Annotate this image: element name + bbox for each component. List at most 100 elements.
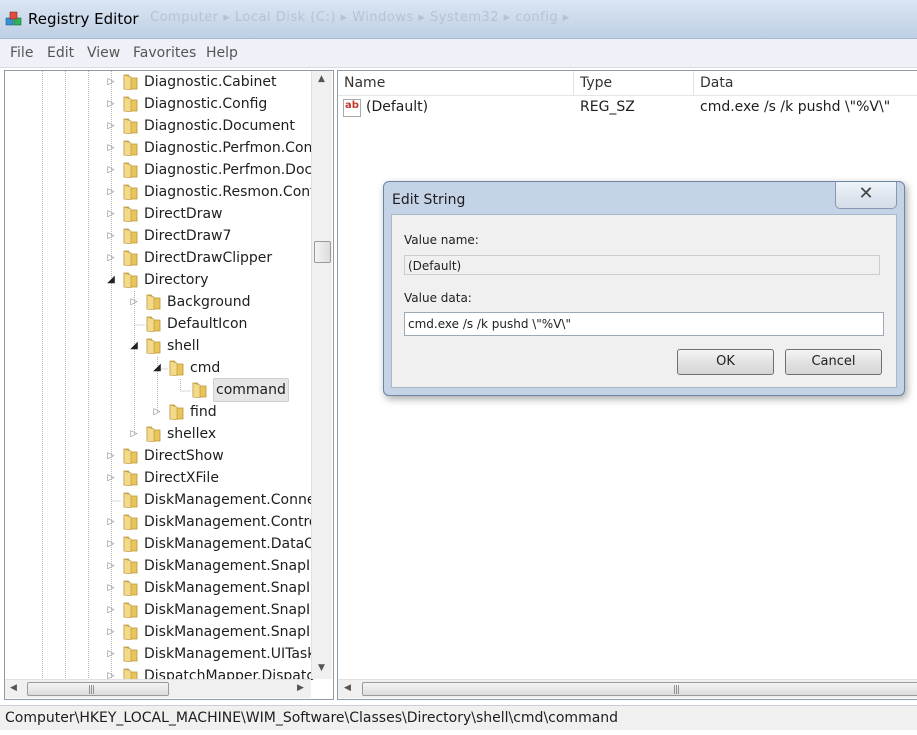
grip-icon: ||| [673,685,680,695]
tree-item-diskmanagement-snapin[interactable]: ▷ DiskManagement.SnapIn [5,577,319,599]
tree-item-label: find [190,404,217,420]
tree-horizontal-scrollbar[interactable]: ◀ ||| ▶ [5,679,311,698]
expand-triangle-icon[interactable]: ▷ [106,533,116,555]
tree-item-directshow[interactable]: ▷ DirectShow [5,445,311,467]
expand-triangle-icon[interactable]: ▷ [106,225,116,247]
expand-triangle-icon[interactable]: ▷ [106,599,116,621]
tree-item-diagnostic-perfmon-conf[interactable]: ▷ Diagnostic.Perfmon.Conf [5,137,317,159]
scroll-left-arrow-icon[interactable]: ◀ [10,683,17,693]
tree-item-diskmanagement-snapin[interactable]: ▷ DiskManagement.SnapIn [5,621,319,643]
tree-item-label: cmd [190,360,221,376]
tree-item-diagnostic-resmon-conf[interactable]: ▷ Diagnostic.Resmon.Conf [5,181,315,203]
tree-item-diskmanagement-snapin[interactable]: ▷ DiskManagement.SnapIn [5,599,319,621]
folder-icon [123,536,138,552]
menu-view[interactable]: View [87,45,120,61]
tree-item-diagnostic-config[interactable]: ▷ Diagnostic.Config [5,93,311,115]
folder-icon [146,338,161,354]
expand-triangle-icon[interactable]: ▷ [106,621,116,643]
tree-vertical-scrollbar[interactable]: ▲ ▼ [311,71,332,679]
expand-triangle-icon[interactable]: ▷ [129,423,139,445]
tree-hscroll-thumb[interactable]: ||| [27,682,169,696]
close-button[interactable]: ✕ [835,182,897,209]
tree-item-label: DiskManagement.DataO [144,536,316,552]
expand-triangle-icon[interactable]: ▷ [152,401,162,423]
tree-item-shellex[interactable]: ▷ shellex [5,423,311,445]
value-type-cell[interactable]: REG_SZ [580,99,635,115]
menu-favorites[interactable]: Favorites [133,45,196,61]
tree-item-directdraw7[interactable]: ▷ DirectDraw7 [5,225,311,247]
tree-item-command[interactable]: command [5,378,311,402]
list-hscroll-thumb[interactable]: ||| [362,682,917,696]
tree-item-directdraw[interactable]: ▷ DirectDraw [5,203,311,225]
expand-triangle-icon[interactable]: ▷ [106,577,116,599]
tree-item-diskmanagement-uitask[interactable]: ▷ DiskManagement.UITask [5,643,315,665]
menu-file[interactable]: File [10,45,33,61]
status-bar: Computer\HKEY_LOCAL_MACHINE\WIM_Software… [0,705,917,730]
expand-triangle-icon[interactable]: ▷ [106,555,116,577]
tree-item-label: DirectShow [144,448,224,464]
folder-icon [123,492,138,508]
tree-item-diskmanagement-datao[interactable]: ▷ DiskManagement.DataO [5,533,315,555]
column-header-type[interactable]: Type [574,71,694,95]
tree-item-diagnostic-perfmon-docu[interactable]: ▷ Diagnostic.Perfmon.Docu [5,159,321,181]
ok-button[interactable]: OK [677,349,774,375]
folder-icon [123,646,138,662]
expand-triangle-icon[interactable]: ▷ [106,115,116,137]
collapse-triangle-icon[interactable]: ◢ [106,269,116,291]
value-data-cell[interactable]: cmd.exe /s /k pushd \"%V\" [700,99,890,115]
tree-item-label: DiskManagement.SnapIn [144,624,319,640]
collapse-triangle-icon[interactable]: ◢ [129,335,139,357]
expand-triangle-icon[interactable]: ▷ [106,511,116,533]
tree-item-diskmanagement-conne[interactable]: DiskManagement.Conne [5,489,315,511]
tree-item-defaulticon[interactable]: DefaultIcon [5,313,311,335]
expand-triangle-icon[interactable]: ▷ [129,291,139,313]
string-value-icon: ab [343,99,361,117]
tree-item-background[interactable]: ▷ Background [5,291,311,313]
tree-item-find[interactable]: ▷ find [5,401,311,423]
expand-triangle-icon[interactable]: ▷ [106,159,116,181]
tree-item-label: DefaultIcon [167,316,248,332]
column-header-name[interactable]: Name [338,71,574,95]
tree-item-directdrawclipper[interactable]: ▷ DirectDrawClipper [5,247,311,269]
expand-triangle-icon[interactable]: ▷ [106,203,116,225]
expand-triangle-icon[interactable]: ▷ [106,445,116,467]
tree-item-label: DirectDraw [144,206,223,222]
value-data-input[interactable]: cmd.exe /s /k pushd \"%V\" [404,312,884,336]
expand-triangle-icon[interactable]: ▷ [106,247,116,269]
folder-icon [123,74,138,90]
tree-item-shell[interactable]: ◢ shell [5,335,311,357]
collapse-triangle-icon[interactable]: ◢ [152,357,162,379]
tree-item-directxfile[interactable]: ▷ DirectXFile [5,467,311,489]
tree-item-directory[interactable]: ◢ Directory [5,269,311,291]
scroll-left-arrow-icon[interactable]: ◀ [344,683,351,693]
tree-scroll-thumb[interactable] [314,241,331,263]
folder-icon [123,272,138,288]
tree-item-cmd[interactable]: ◢ cmd [5,357,311,379]
folder-icon [169,404,184,420]
dialog-body: Value name: (Default) Value data: cmd.ex… [391,214,897,388]
scroll-right-arrow-icon[interactable]: ▶ [297,683,304,693]
expand-triangle-icon[interactable]: ▷ [106,93,116,115]
tree-item-label: Directory [144,272,209,288]
tree-item-diskmanagement-snapin[interactable]: ▷ DiskManagement.SnapIn [5,555,319,577]
tree-item-label: Diagnostic.Perfmon.Docu [144,162,322,178]
menu-edit[interactable]: Edit [47,45,74,61]
expand-triangle-icon[interactable]: ▷ [106,467,116,489]
tree-item-diskmanagement-contro[interactable]: ▷ DiskManagement.Contro [5,511,317,533]
expand-triangle-icon[interactable]: ▷ [106,71,116,93]
expand-triangle-icon[interactable]: ▷ [106,643,116,665]
expand-triangle-icon[interactable]: ▷ [106,137,116,159]
folder-icon [146,426,161,442]
key-tree-pane[interactable]: ▷ Diagnostic.Cabinet ▷ Diagnostic.Config ▷ Di… [4,70,334,700]
cancel-button[interactable]: Cancel [785,349,882,375]
tree-item-diagnostic-cabinet[interactable]: ▷ Diagnostic.Cabinet [5,71,311,93]
scroll-up-arrow-icon[interactable]: ▲ [318,74,325,84]
tree-item-label: Background [167,294,251,310]
expand-triangle-icon[interactable]: ▷ [106,181,116,203]
list-horizontal-scrollbar[interactable]: ◀ ||| [338,679,917,698]
tree-item-diagnostic-document[interactable]: ▷ Diagnostic.Document [5,115,311,137]
value-name-cell[interactable]: (Default) [366,99,428,115]
menu-help[interactable]: Help [206,45,238,61]
column-header-data[interactable]: Data [694,71,917,95]
scroll-down-arrow-icon[interactable]: ▼ [318,663,325,673]
